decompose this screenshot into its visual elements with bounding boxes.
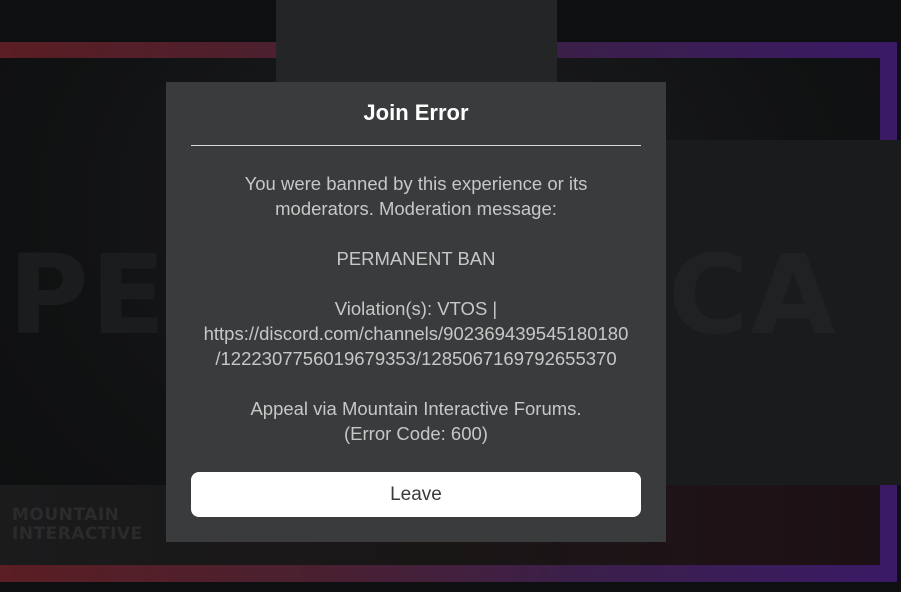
message-line-2: moderators. Moderation message: (275, 198, 557, 219)
error-code-line: (Error Code: 600) (344, 423, 488, 444)
logo-line-2: INTERACTIVE (12, 524, 143, 544)
background-title-right: CA (668, 231, 838, 359)
leave-button[interactable]: Leave (191, 472, 641, 517)
background-title-left: PE (8, 231, 168, 359)
logo-line-1: MOUNTAIN (12, 505, 120, 525)
join-error-dialog: Join Error You were banned by this exper… (166, 82, 666, 542)
message-line-1: You were banned by this experience or it… (244, 173, 588, 194)
violation-line-2: https://discord.com/channels/90236943954… (203, 323, 629, 344)
violation-line-1: Violation(s): VTOS | (334, 298, 498, 319)
ban-type: PERMANENT BAN (336, 248, 496, 269)
appeal-line: Appeal via Mountain Interactive Forums. (250, 398, 582, 419)
scene-top-tab (276, 0, 557, 84)
dialog-title: Join Error (363, 100, 469, 125)
violation-line-3: /1222307756019679353/1285067169792655370 (215, 348, 617, 369)
dialog-message: You were banned by this experience or it… (186, 171, 646, 446)
mountain-interactive-logo: MOUNTAIN INTERACTIVE (12, 506, 143, 544)
dialog-divider (191, 145, 641, 146)
